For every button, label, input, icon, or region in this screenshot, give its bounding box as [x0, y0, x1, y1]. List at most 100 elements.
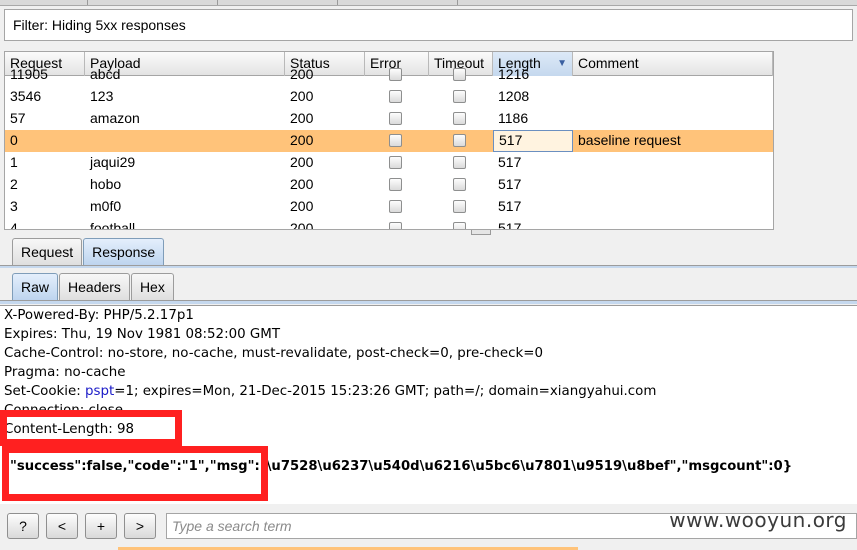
header-x-powered-by: X-Powered-By: PHP/5.2.17p1 — [4, 308, 194, 323]
cell-length: 1208 — [498, 88, 530, 104]
cell-length: 517 — [498, 220, 522, 230]
header-expires: Expires: Thu, 19 Nov 1981 08:52:00 GMT — [4, 327, 280, 342]
cell-timeout — [429, 108, 493, 130]
tab-headers[interactable]: Headers — [59, 273, 130, 301]
error-checkbox[interactable] — [389, 112, 402, 125]
cell-request: 4 — [10, 220, 18, 230]
cell-payload: football — [90, 220, 136, 230]
timeout-checkbox[interactable] — [453, 200, 466, 213]
top-tab-stub[interactable] — [88, 0, 218, 5]
cell-comment — [573, 174, 773, 196]
timeout-checkbox[interactable] — [453, 222, 466, 229]
cell-payload: abcd — [90, 66, 121, 82]
cell-payload: hobo — [90, 176, 122, 192]
cell-request: 2 — [10, 176, 18, 192]
error-checkbox[interactable] — [389, 90, 402, 103]
cell-status: 200 — [290, 198, 314, 214]
filter-text: Filter: Hiding 5xx responses — [13, 17, 186, 33]
filter-bar[interactable]: Filter: Hiding 5xx responses — [4, 9, 853, 41]
table-row[interactable]: 4 football 200 517 — [5, 218, 773, 230]
timeout-checkbox[interactable] — [453, 112, 466, 125]
tab-request[interactable]: Request — [12, 238, 83, 266]
table-row[interactable]: 2 hobo 200 517 — [5, 174, 773, 196]
set-cookie-name: pspt — [85, 384, 115, 399]
next-button[interactable]: > — [124, 513, 156, 539]
cell-timeout — [429, 152, 493, 174]
cell-request: 0 — [10, 132, 18, 148]
error-checkbox[interactable] — [389, 222, 402, 229]
table-row[interactable]: 3546 123 200 1208 — [5, 86, 773, 108]
cell-status: 200 — [290, 220, 314, 230]
cell-request: 11905 — [10, 66, 48, 82]
outer-tabs: Request Response — [12, 238, 165, 266]
cell-timeout — [429, 130, 493, 152]
header-pragma: Pragma: no-cache — [4, 365, 126, 380]
cell-length: 1216 — [498, 66, 530, 82]
tab-hex[interactable]: Hex — [130, 273, 174, 301]
cell-error — [365, 218, 429, 229]
cell-comment — [573, 108, 773, 130]
table-row[interactable]: 57 amazon 200 1186 — [5, 108, 773, 130]
help-icon: ? — [19, 518, 27, 534]
cell-request: 3 — [10, 198, 18, 214]
cell-timeout — [429, 174, 493, 196]
table-row[interactable]: 3 m0f0 200 517 — [5, 196, 773, 218]
tab-response[interactable]: Response — [83, 238, 165, 266]
add-button[interactable]: + — [85, 513, 117, 539]
error-checkbox[interactable] — [389, 178, 402, 191]
table-row[interactable]: 11905 abcd 200 1216 — [5, 64, 773, 86]
header-cache-control: Cache-Control: no-store, no-cache, must-… — [4, 346, 543, 361]
timeout-checkbox[interactable] — [453, 90, 466, 103]
inner-tab-underline — [0, 300, 857, 304]
previous-button[interactable]: < — [46, 513, 78, 539]
cell-comment — [573, 64, 773, 86]
watermark: www.wooyun.org — [669, 508, 847, 532]
highlight-box-body — [2, 446, 268, 501]
top-tab-stub[interactable] — [338, 0, 458, 5]
cell-status: 200 — [290, 66, 314, 82]
highlight-box-content-length — [0, 410, 182, 446]
search-placeholder: Type a search term — [172, 518, 292, 534]
outer-tab-underline — [0, 265, 857, 268]
cell-status: 200 — [290, 154, 314, 170]
cell-length: 517 — [498, 176, 522, 192]
cell-request: 1 — [10, 154, 18, 170]
cell-comment: baseline request — [578, 132, 681, 148]
cell-payload: m0f0 — [90, 198, 122, 214]
error-checkbox[interactable] — [389, 156, 402, 169]
cell-error — [365, 174, 429, 196]
top-tab-stub[interactable] — [0, 0, 88, 5]
bottom-toolbar: ? < + > Type a search term www.wooyun.or… — [0, 505, 857, 550]
error-checkbox[interactable] — [389, 134, 402, 147]
cell-timeout — [429, 218, 493, 229]
table-row-selected[interactable]: 0 200 517 baseline request — [5, 130, 773, 152]
splitter-handle[interactable] — [471, 230, 491, 235]
cell-error — [365, 64, 429, 86]
cell-error — [365, 152, 429, 174]
table-row[interactable]: 1 jaqui29 200 517 — [5, 152, 773, 174]
table-body: 11905 abcd 200 1216 3546 123 200 1208 57… — [5, 66, 773, 230]
cell-timeout — [429, 86, 493, 108]
cell-status: 200 — [290, 110, 314, 126]
set-cookie-prefix: Set-Cookie: — [4, 384, 86, 399]
timeout-checkbox[interactable] — [453, 68, 466, 81]
cell-length: 517 — [498, 198, 522, 214]
inner-tabs: Raw Headers Hex — [12, 273, 175, 301]
timeout-checkbox[interactable] — [453, 178, 466, 191]
top-tab-stub[interactable] — [218, 0, 338, 5]
cell-length: 517 — [498, 154, 522, 170]
error-checkbox[interactable] — [389, 200, 402, 213]
error-checkbox[interactable] — [389, 68, 402, 81]
plus-icon: + — [96, 518, 106, 534]
cell-request: 57 — [10, 110, 26, 126]
header-set-cookie: Set-Cookie: pspt=1; expires=Mon, 21-Dec-… — [4, 382, 656, 401]
cell-status: 200 — [290, 132, 314, 148]
chevron-right-icon: > — [135, 518, 145, 534]
cell-timeout — [429, 64, 493, 86]
help-button[interactable]: ? — [7, 513, 39, 539]
cell-payload: amazon — [90, 110, 140, 126]
timeout-checkbox[interactable] — [453, 156, 466, 169]
cell-status: 200 — [290, 176, 314, 192]
timeout-checkbox[interactable] — [453, 134, 466, 147]
tab-raw[interactable]: Raw — [12, 273, 59, 301]
